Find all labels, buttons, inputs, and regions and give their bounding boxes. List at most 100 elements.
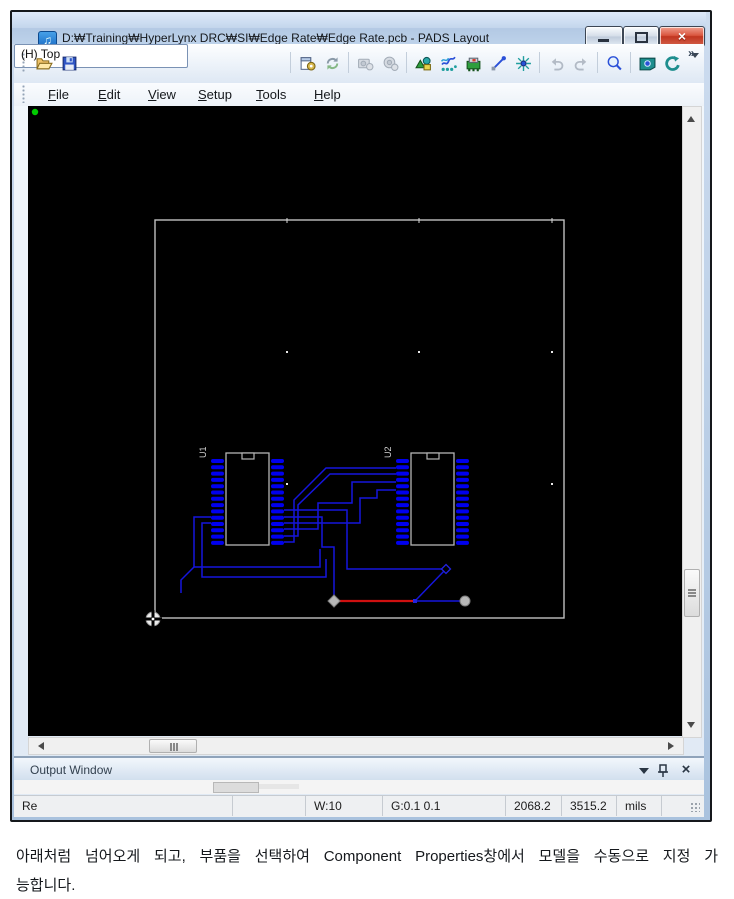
output-window-pin-button[interactable] — [656, 763, 672, 778]
pad — [271, 528, 284, 533]
minimize-icon — [598, 39, 609, 42]
menu-tools[interactable]: Tools — [252, 86, 290, 103]
pad — [396, 503, 409, 508]
pad — [271, 509, 284, 514]
design-canvas[interactable]: U1 U2 — [28, 106, 682, 736]
routing-toolbar-button[interactable] — [436, 51, 462, 77]
pad — [456, 490, 469, 495]
pad — [271, 484, 284, 489]
trace[interactable] — [284, 473, 396, 537]
pad — [211, 484, 224, 489]
vertical-scrollbar[interactable] — [682, 106, 702, 738]
output-scroll-thumb[interactable] — [213, 782, 259, 793]
properties-button[interactable] — [295, 51, 321, 77]
pad — [271, 496, 284, 501]
undo-button — [544, 51, 570, 77]
menubar-grip[interactable] — [22, 85, 25, 103]
pad — [211, 459, 224, 463]
pad — [211, 528, 224, 533]
component-body — [225, 452, 270, 546]
pad — [396, 465, 409, 470]
scroll-left-icon[interactable] — [34, 742, 44, 750]
scroll-up-icon[interactable] — [687, 112, 695, 122]
menu-edit[interactable]: Edit — [94, 86, 124, 103]
maximize-icon — [635, 32, 648, 43]
dimensioning-toolbar-button[interactable] — [486, 51, 512, 77]
trace[interactable] — [180, 566, 195, 593]
output-window-close-button[interactable]: × — [678, 761, 694, 778]
close-icon: × — [677, 28, 687, 44]
design-toolbar-button[interactable] — [461, 51, 487, 77]
scroll-down-icon[interactable] — [687, 722, 695, 732]
pad — [396, 534, 409, 539]
status-units: mils — [617, 796, 662, 816]
pad — [211, 490, 224, 495]
scroll-right-icon[interactable] — [668, 742, 678, 750]
pad — [396, 515, 409, 520]
redraw-button[interactable] — [660, 51, 686, 77]
menu-bar: File Edit View Setup Tools Help — [14, 83, 704, 106]
pad — [211, 465, 224, 470]
grid-dot — [551, 351, 553, 353]
pad — [396, 459, 409, 463]
pad — [456, 509, 469, 514]
trace[interactable] — [414, 568, 447, 602]
status-spare — [233, 796, 306, 816]
refresh-button[interactable] — [320, 51, 346, 77]
pad — [211, 540, 224, 545]
caption-text: 아래처럼 넘어오게 되고, 부품을 선택하여 Component Propert… — [16, 842, 718, 899]
status-mode: Re — [14, 796, 233, 816]
status-y: 3515.2 — [562, 796, 617, 816]
pad — [456, 496, 469, 501]
trace[interactable] — [284, 481, 396, 530]
pad — [271, 503, 284, 508]
save-button[interactable] — [57, 51, 83, 77]
component-u2[interactable]: U2 — [383, 446, 469, 546]
pad — [271, 540, 284, 545]
trace[interactable] — [284, 467, 396, 543]
pad — [211, 503, 224, 508]
menu-setup[interactable]: Setup — [194, 86, 236, 103]
component-u1[interactable]: U1 — [198, 446, 284, 546]
component-body — [410, 452, 455, 546]
toolbar-separator — [630, 52, 631, 73]
drafting-toolbar-button[interactable] — [411, 51, 437, 77]
resize-grip-icon[interactable] — [690, 802, 700, 812]
pad — [271, 534, 284, 539]
via[interactable] — [459, 595, 471, 607]
trace[interactable] — [284, 489, 396, 524]
vertical-scroll-thumb[interactable] — [684, 569, 700, 617]
output-window-header[interactable]: Output Window × — [14, 756, 704, 782]
output-window-menu-button[interactable] — [636, 763, 652, 778]
grid-dot — [418, 351, 420, 353]
title-bar[interactable]: ♫ D:₩Training₩HyperLynx DRC₩SI₩Edge Rate… — [12, 12, 706, 50]
pcb-drawing: U1 U2 — [31, 108, 565, 628]
board-outline[interactable] — [154, 219, 565, 619]
pad — [396, 522, 409, 526]
horizontal-scrollbar[interactable] — [28, 737, 684, 755]
pad — [456, 528, 469, 533]
toolbar-separator — [290, 52, 291, 73]
via[interactable] — [327, 594, 341, 608]
menu-view[interactable]: View — [144, 86, 180, 103]
menu-help[interactable]: Help — [310, 86, 345, 103]
output-window-scroll-strip[interactable] — [14, 780, 704, 794]
toolbar-separator — [406, 52, 407, 73]
view-extents-button[interactable] — [635, 51, 661, 77]
toolbar-separator — [597, 52, 598, 73]
pad — [271, 522, 284, 526]
pad — [456, 534, 469, 539]
menu-file[interactable]: File — [44, 86, 73, 103]
pin1-notch — [241, 452, 255, 460]
ref-designator: U2 — [383, 446, 393, 458]
status-x: 2068.2 — [506, 796, 562, 816]
close-icon: × — [681, 761, 691, 778]
thumb-grip-icon — [170, 743, 172, 751]
status-width: W:10 — [306, 796, 383, 816]
bga-toolbar-button[interactable] — [511, 51, 537, 77]
horizontal-scroll-thumb[interactable] — [149, 739, 197, 753]
zoom-button[interactable] — [602, 51, 628, 77]
pad — [396, 540, 409, 545]
layer-combobox-value: (H) Top — [21, 47, 61, 61]
toolbar-overflow-chevron[interactable]: » — [688, 46, 695, 60]
